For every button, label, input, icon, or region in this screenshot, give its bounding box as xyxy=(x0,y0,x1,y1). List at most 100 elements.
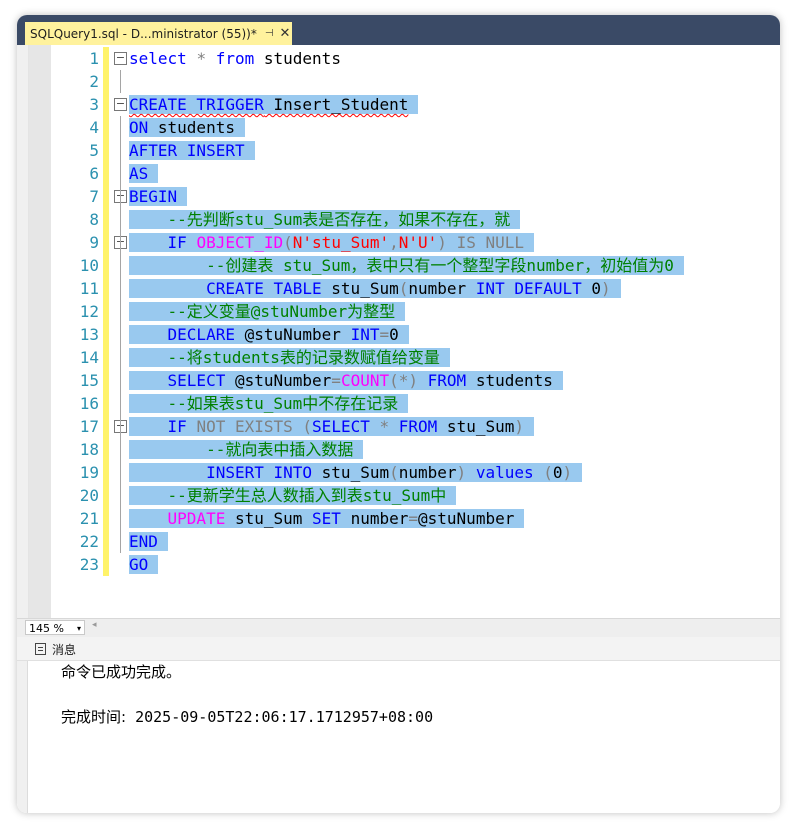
code-text: select * from students xyxy=(129,47,341,70)
code-line[interactable]: 20 --更新学生总人数插入到表stu_Sum中 xyxy=(17,484,780,507)
code-token: = xyxy=(408,509,419,528)
code-line[interactable]: 17− IF NOT EXISTS (SELECT * FROM stu_Sum… xyxy=(17,415,780,438)
change-indicator xyxy=(103,254,109,277)
pin-icon[interactable]: ⊣ xyxy=(265,28,274,39)
code-text: CREATE TRIGGER Insert_Student xyxy=(129,93,419,116)
code-token: UPDATE xyxy=(167,509,226,528)
code-line[interactable]: 21 UPDATE stu_Sum SET number=@stuNumber xyxy=(17,507,780,530)
code-content: --定义变量@stuNumber为整型 xyxy=(129,302,406,321)
code-line[interactable]: 14 --将students表的记录数赋值给变量 xyxy=(17,346,780,369)
code-line[interactable]: 15 SELECT @stuNumber=COUNT(*) FROM stude… xyxy=(17,369,780,392)
fold-guide xyxy=(120,70,121,93)
change-indicator xyxy=(103,507,109,530)
code-line[interactable]: 10 --创建表 stu_Sum，表中只有一个整型字段number，初始值为0 xyxy=(17,254,780,277)
code-token: SELECT xyxy=(312,417,370,436)
code-token: ( xyxy=(283,233,293,252)
line-number: 19 xyxy=(79,463,99,482)
code-line[interactable]: 13 DECLARE @stuNumber INT=0 xyxy=(17,323,780,346)
line-number: 23 xyxy=(79,555,99,574)
code-line[interactable]: 5 AFTER INSERT xyxy=(17,139,780,162)
code-text: --定义变量@stuNumber为整型 xyxy=(129,300,406,323)
code-token: --更新学生总人数插入到表stu_Sum中 xyxy=(167,486,447,505)
code-line[interactable]: 18 --就向表中插入数据 xyxy=(17,438,780,461)
code-token: COUNT xyxy=(340,371,390,390)
close-icon[interactable]: ✕ xyxy=(280,26,291,41)
code-token: INSERT INTO xyxy=(206,463,313,482)
code-token: number xyxy=(408,279,476,298)
code-token: stu_Sum xyxy=(321,279,399,298)
tab-messages[interactable]: 消息 xyxy=(35,639,76,659)
code-line[interactable]: 16 --如果表stu_Sum中不存在记录 xyxy=(17,392,780,415)
change-indicator xyxy=(103,461,109,484)
tab-title: SQLQuery1.sql - D...ministrator (55))* xyxy=(30,26,257,41)
line-number: 21 xyxy=(79,509,99,528)
code-token: SELECT xyxy=(167,371,226,390)
code-line[interactable]: 8 --先判断stu_Sum表是否存在，如果不存在，就 xyxy=(17,208,780,231)
code-line[interactable]: 3 − CREATE TRIGGER Insert_Student xyxy=(17,93,780,116)
line-number: 2 xyxy=(89,72,99,91)
code-text: GO xyxy=(129,553,159,576)
code-text: UPDATE stu_Sum SET number=@stuNumber xyxy=(129,507,525,530)
code-line[interactable]: 19 INSERT INTO stu_Sum(number) values (0… xyxy=(17,461,780,484)
change-indicator xyxy=(103,116,109,139)
code-token: GO xyxy=(129,555,149,574)
editor-status-row: 145 % ▾ ◂ xyxy=(17,618,780,637)
change-indicator xyxy=(103,323,109,346)
collapse-icon[interactable]: − xyxy=(114,52,127,65)
code-token: --就向表中插入数据 xyxy=(206,440,354,459)
query-editor[interactable]: 1− select * from students 2 3− CREATE TRIGGE… xyxy=(17,45,780,620)
code-line[interactable]: 12 --定义变量@stuNumber为整型 xyxy=(17,300,780,323)
code-token: @stuNumber xyxy=(418,509,515,528)
code-line[interactable]: 7−BEGIN xyxy=(17,185,780,208)
code-line[interactable]: 22 END xyxy=(17,530,780,553)
code-token: INT DEFAULT xyxy=(475,279,582,298)
code-token: ) xyxy=(601,279,611,298)
document-tab[interactable]: SQLQuery1.sql - D...ministrator (55))* ⊣… xyxy=(25,22,292,45)
zoom-dropdown[interactable]: 145 % ▾ xyxy=(25,620,85,635)
scroll-left-icon[interactable]: ◂ xyxy=(92,620,97,630)
code-content: --将students表的记录数赋值给变量 xyxy=(129,348,450,367)
code-content: IF NOT EXISTS (SELECT * FROM stu_Sum) xyxy=(129,417,534,436)
code-line[interactable]: 23 GO xyxy=(17,553,780,576)
collapse-icon[interactable]: − xyxy=(114,98,127,111)
change-indicator xyxy=(103,346,109,369)
change-indicator xyxy=(103,47,109,70)
code-text: --先判断stu_Sum表是否存在，如果不存在，就 xyxy=(129,208,521,231)
code-token: --将students表的记录数赋值给变量 xyxy=(167,348,440,367)
code-token: OBJECT_ID xyxy=(196,233,284,252)
code-token: @stuNumber xyxy=(234,325,351,344)
code-content: --创建表 stu_Sum，表中只有一个整型字段number，初始值为0 xyxy=(129,256,684,275)
code-line[interactable]: 1 − select * from students xyxy=(17,47,780,70)
line-number: 10 xyxy=(79,256,99,275)
line-number: 22 xyxy=(79,532,99,551)
line-number: 12 xyxy=(79,302,99,321)
code-content: CREATE TABLE stu_Sum(number INT DEFAULT … xyxy=(129,279,621,298)
code-token: ( xyxy=(543,463,553,482)
chevron-down-icon: ▾ xyxy=(76,624,81,633)
code-text: CREATE TABLE stu_Sum(number INT DEFAULT … xyxy=(129,277,621,300)
fold-guide xyxy=(120,438,121,507)
code-line[interactable]: 4 ON students xyxy=(17,116,780,139)
code-content: SELECT @stuNumber=COUNT(*) FROM students xyxy=(129,371,563,390)
code-token: ON xyxy=(129,118,149,137)
code-text: IF NOT EXISTS (SELECT * FROM stu_Sum) xyxy=(129,415,534,438)
change-indicator xyxy=(103,139,109,162)
code-line[interactable]: 2 xyxy=(17,70,780,93)
code-token: number xyxy=(340,509,409,528)
code-line[interactable]: 6 AS xyxy=(17,162,780,185)
code-token: N'U' xyxy=(398,233,438,252)
code-content: --如果表stu_Sum中不存在记录 xyxy=(129,394,409,413)
code-token: ( xyxy=(389,463,399,482)
code-token: 0 xyxy=(552,463,563,482)
change-indicator xyxy=(103,93,109,116)
code-line[interactable]: 9− IF OBJECT_ID(N'stu_Sum',N'U') IS NULL xyxy=(17,231,780,254)
code-token: SET xyxy=(312,509,341,528)
code-token: IF xyxy=(167,417,187,436)
code-line[interactable]: 11 CREATE TABLE stu_Sum(number INT DEFAU… xyxy=(17,277,780,300)
